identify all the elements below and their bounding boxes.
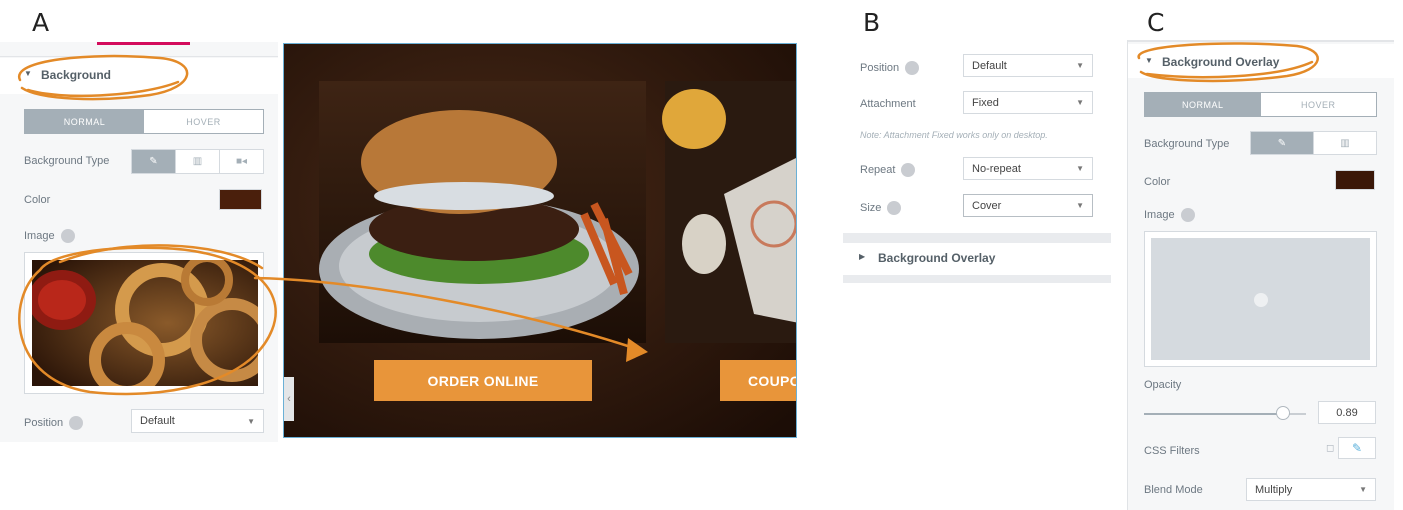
reset-icon[interactable]: ◻ <box>1326 443 1334 454</box>
plus-icon <box>1254 293 1268 307</box>
blend-mode-select[interactable]: Multiply ▼ <box>1246 478 1376 501</box>
pencil-icon: ✎ <box>1351 441 1363 455</box>
info-icon <box>887 201 902 215</box>
blend-mode-select-value: Multiply <box>1255 483 1293 496</box>
coupon-button[interactable]: COUPO <box>720 360 796 401</box>
caret-down-icon: ▼ <box>1359 485 1367 494</box>
background-overlay-section-header[interactable]: ▶ Background Overlay <box>843 243 1111 275</box>
blend-mode-label: Blend Mode <box>1144 484 1203 496</box>
panel-b: Position Default ▼ Attachment Fixed ▼ No… <box>843 45 1111 288</box>
attachment-select[interactable]: Fixed ▼ <box>963 91 1093 114</box>
css-filters-label: CSS Filters <box>1144 445 1200 457</box>
position-select[interactable]: Default ▼ <box>131 409 264 433</box>
brush-icon[interactable]: ✎ <box>1251 132 1313 154</box>
info-icon <box>69 416 84 430</box>
caret-down-icon: ▼ <box>1076 98 1084 107</box>
info-icon <box>901 163 916 177</box>
caret-right-icon: ▶ <box>859 252 866 261</box>
attachment-note: Note: Attachment Fixed works only on des… <box>860 130 1048 140</box>
background-type-label: Background Type <box>1144 138 1230 150</box>
image-picker[interactable] <box>1144 231 1377 367</box>
opacity-slider[interactable] <box>1144 406 1306 422</box>
repeat-label: Repeat <box>860 163 916 177</box>
size-select[interactable]: Cover ▼ <box>963 194 1093 217</box>
position-select-value: Default <box>972 59 1007 72</box>
background-type-control: ✎ ▥ <box>1250 131 1377 155</box>
annotation-overlay <box>17 54 648 396</box>
annotation-overlay-c <box>1137 42 1319 83</box>
repeat-select-value: No-repeat <box>972 162 1021 175</box>
attachment-label: Attachment <box>860 98 916 110</box>
attachment-select-value: Fixed <box>972 96 999 109</box>
info-icon <box>1180 208 1195 222</box>
slider-fill <box>1144 413 1283 415</box>
color-swatch[interactable] <box>1335 170 1375 190</box>
color-label: Color <box>1144 176 1171 188</box>
caret-down-icon: ▼ <box>1076 164 1084 173</box>
divider-band <box>843 275 1111 283</box>
info-icon <box>905 61 920 75</box>
slider-thumb[interactable] <box>1276 406 1290 420</box>
opacity-input[interactable]: 0.89 <box>1318 401 1376 424</box>
background-overlay-title: Background Overlay <box>878 251 996 265</box>
size-label: Size <box>860 201 902 215</box>
repeat-select[interactable]: No-repeat ▼ <box>963 157 1093 180</box>
position-label: Position <box>860 61 920 75</box>
caret-down-icon: ▼ <box>1076 61 1084 70</box>
opacity-label: Opacity <box>1144 379 1182 391</box>
opacity-input-value: 0.89 <box>1336 406 1358 419</box>
caret-down-icon: ▼ <box>247 416 255 426</box>
position-label: Position <box>24 416 84 430</box>
edit-filters-button[interactable]: ✎ <box>1338 437 1376 459</box>
gradient-icon[interactable]: ▥ <box>1313 132 1376 154</box>
label-letter-c: C <box>1147 8 1165 37</box>
caret-down-icon: ▼ <box>1076 201 1084 210</box>
divider-band <box>843 233 1111 243</box>
size-select-value: Cover <box>972 199 1002 212</box>
image-label: Image <box>1144 208 1195 222</box>
position-select[interactable]: Default ▼ <box>963 54 1093 77</box>
label-letter-b: B <box>863 8 881 37</box>
position-select-value: Default <box>140 415 175 427</box>
